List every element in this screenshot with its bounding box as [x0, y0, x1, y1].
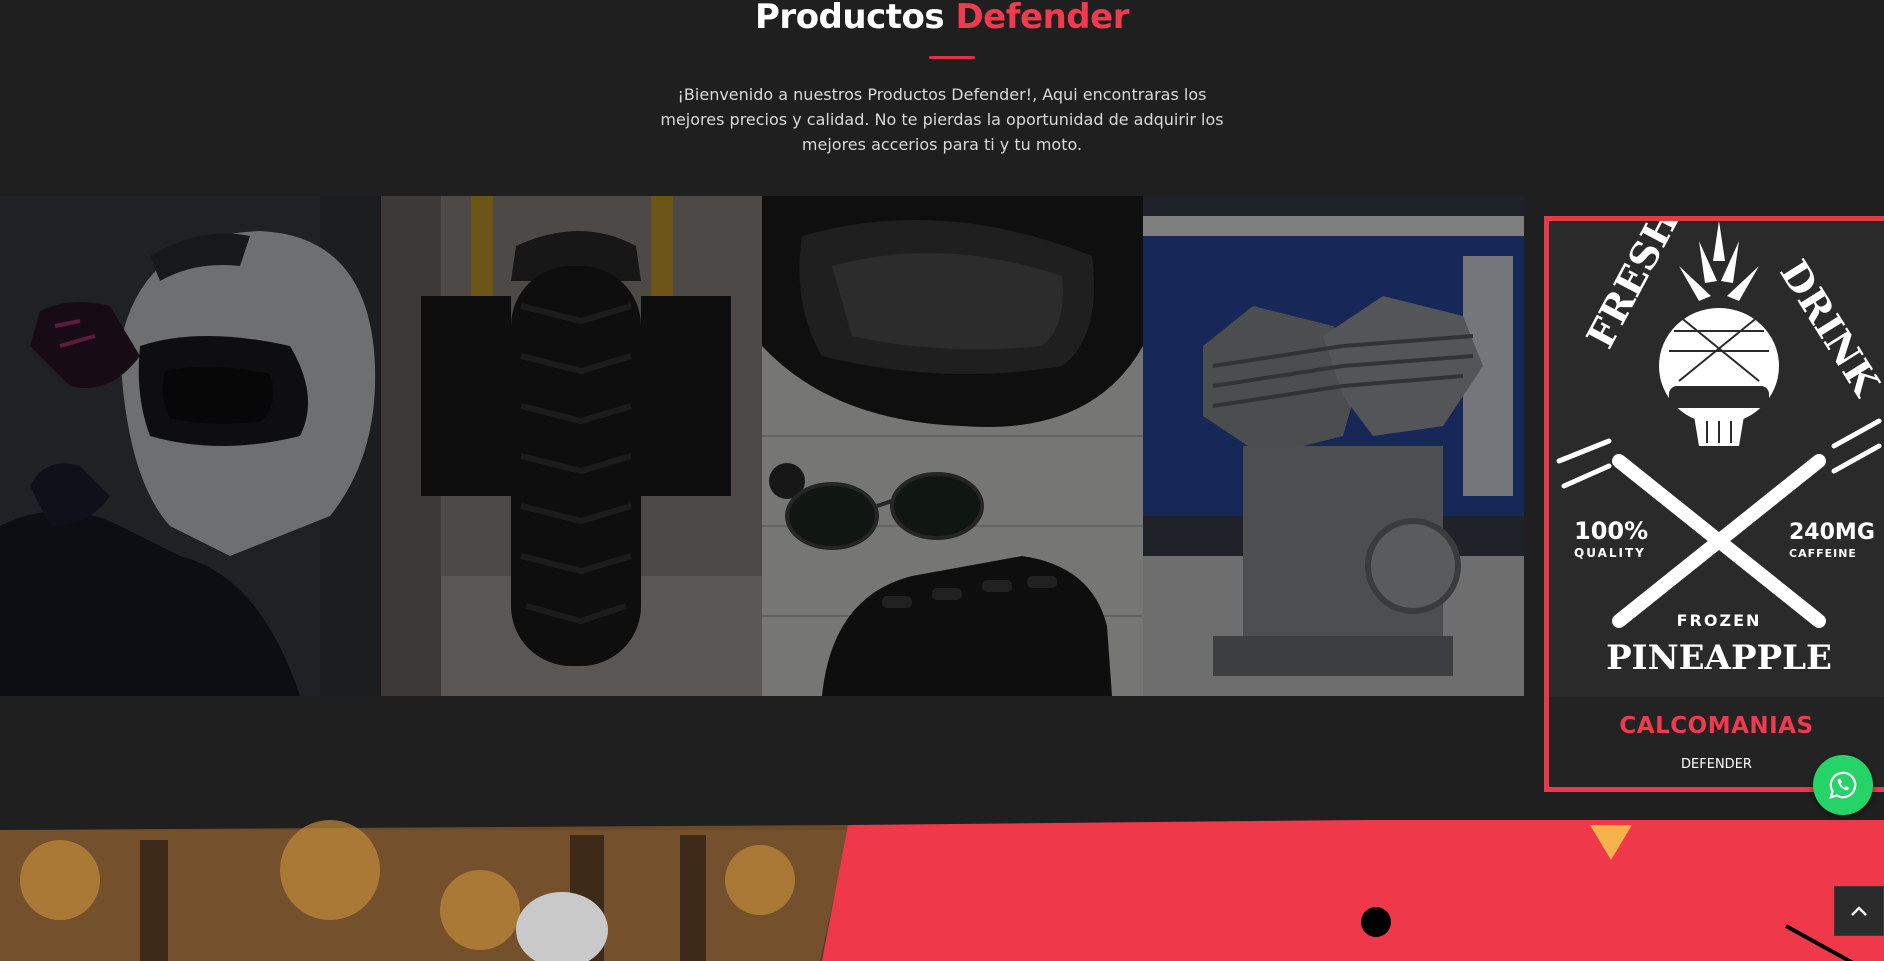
motorcycle-tire-image [381, 196, 762, 696]
scroll-top-button[interactable] [1834, 886, 1884, 936]
art-text-100: 100% [1574, 517, 1648, 545]
art-text-caffeine: CAFFEINE [1789, 547, 1857, 560]
title-underline [929, 56, 975, 59]
gallery-tile-accessories[interactable] [762, 196, 1143, 696]
gallery-tile-engine[interactable] [1143, 196, 1524, 696]
product-card-calcomanias[interactable]: FRESH DRINK 100% QUALITY 240MG CAFFEINE … [1544, 216, 1884, 792]
art-text-quality: QUALITY [1574, 546, 1646, 560]
section-title-part1: Productos [755, 0, 945, 37]
art-text-pineapple: PINEAPPLE [1606, 638, 1832, 678]
dot-decoration [1361, 907, 1391, 937]
engine-image [1143, 196, 1524, 696]
card-title: CALCOMANIAS [1619, 713, 1814, 739]
section-intro: ¡Bienvenido a nuestros Productos Defende… [660, 85, 1224, 154]
card-image: FRESH DRINK 100% QUALITY 240MG CAFFEINE … [1549, 221, 1884, 697]
gallery-tile-helmet-rider[interactable] [0, 196, 381, 696]
helmet-rider-image [0, 196, 381, 696]
bottom-banner [0, 820, 1884, 961]
gallery-tile-motorcycle-tire[interactable] [381, 196, 762, 696]
section-title: Productos Defender [0, 0, 1884, 46]
art-text-240mg: 240MG [1789, 520, 1875, 545]
section-title-part2: Defender [955, 0, 1129, 37]
art-text-frozen: FROZEN [1677, 611, 1762, 630]
bottom-banner-art [0, 820, 1884, 961]
pineapple-skull-sticker-art: FRESH DRINK 100% QUALITY 240MG CAFFEINE … [1549, 221, 1884, 697]
accessories-image [762, 196, 1143, 696]
whatsapp-button[interactable] [1813, 755, 1873, 815]
product-gallery [0, 196, 1524, 696]
chevron-up-icon [1851, 906, 1867, 916]
whatsapp-icon [1829, 771, 1857, 799]
